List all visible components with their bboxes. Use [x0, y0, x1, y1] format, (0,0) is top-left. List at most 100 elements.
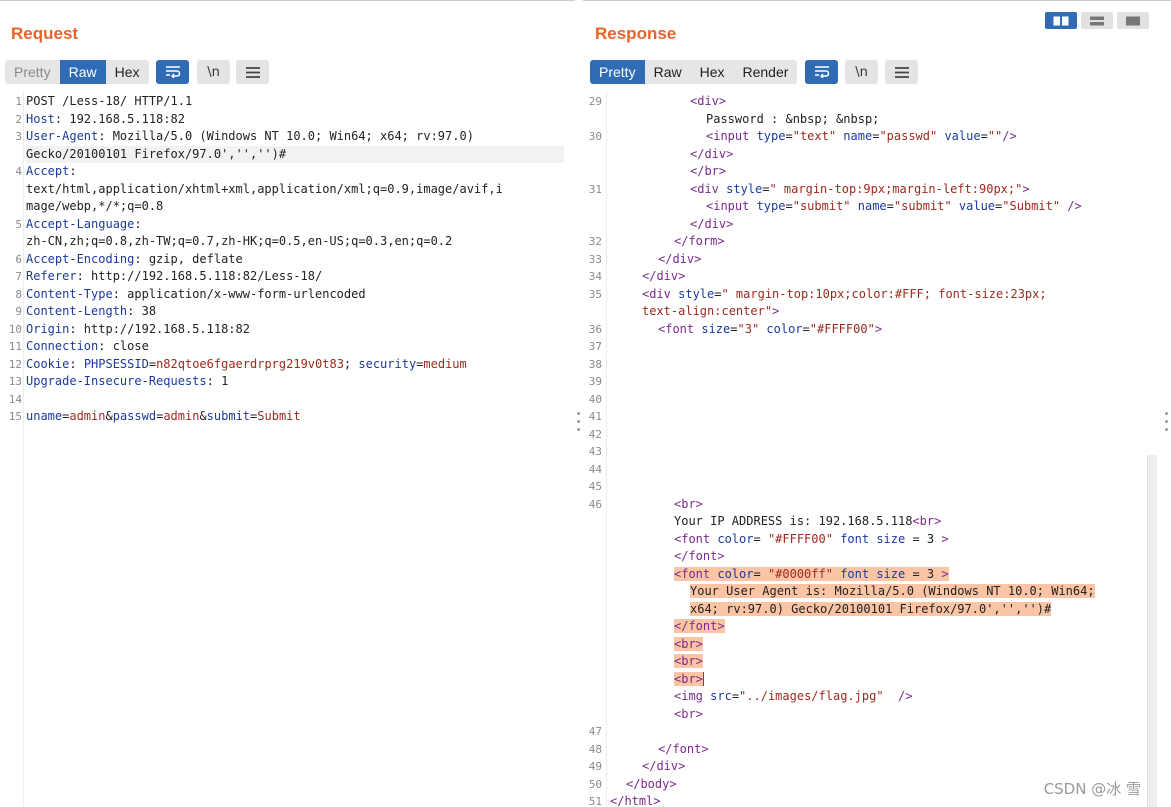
code-line: <font color= "#0000ff" font size = 3 >	[674, 566, 949, 584]
code-token: Accept-Encoding	[26, 251, 135, 266]
code-token: <br>	[912, 514, 942, 528]
code-token: <img	[674, 689, 711, 703]
code-token: type	[756, 129, 786, 143]
request-tab-raw[interactable]: Raw	[59, 60, 106, 84]
wrap-lines-icon[interactable]	[156, 60, 189, 84]
code-token: =	[753, 566, 768, 581]
watermark: CSDN @冰 雪	[1043, 780, 1141, 798]
line-number: 39	[588, 375, 602, 388]
response-scrollbar[interactable]	[1147, 455, 1157, 807]
response-tab-raw[interactable]: Raw	[644, 60, 691, 84]
code-token: font size	[832, 531, 906, 546]
line-number: 42	[588, 427, 602, 441]
code-token: "#FFFF00"	[767, 531, 833, 546]
line-number: 36	[588, 322, 602, 336]
code-line: User-Agent: Mozilla/5.0 (Windows NT 10.0…	[26, 128, 474, 146]
response-editor[interactable]: 29 <div> Password : &nbsp; &nbsp; 30 <input …	[583, 91, 1171, 807]
right-edge-handle[interactable]	[1165, 412, 1169, 432]
code-token: : http://192.168.5.118:82	[69, 321, 250, 336]
code-token: =	[802, 321, 810, 336]
line-number: 50	[588, 777, 602, 791]
code-token: Cookie	[26, 356, 70, 371]
code-token: </font>	[674, 619, 725, 633]
line-number: 35	[588, 287, 602, 301]
code-token: Content-Type	[26, 286, 113, 301]
line-number: 4	[15, 165, 22, 178]
code-token: font size	[832, 566, 906, 581]
code-token: </font>	[658, 741, 709, 756]
code-token: >	[941, 566, 949, 581]
menu-icon[interactable]	[885, 60, 918, 84]
single-pane-icon[interactable]	[1117, 12, 1149, 29]
response-tab-pretty[interactable]: Pretty	[590, 60, 645, 84]
code-line: Content-Length: 38	[26, 303, 156, 321]
code-token: color	[717, 566, 754, 581]
response-tab-hex[interactable]: Hex	[690, 60, 734, 84]
code-line: Your IP ADDRESS is: 192.168.5.118<br>	[674, 513, 941, 531]
code-line: </font>	[674, 548, 725, 566]
code-token: : http://192.168.5.118:82/Less-18/	[76, 269, 323, 283]
line-number: 5	[15, 217, 22, 231]
code-token: >	[1022, 181, 1030, 196]
code-line: Content-Type: application/x-www-form-url…	[26, 286, 366, 304]
code-token: color	[717, 531, 754, 546]
line-number: 12	[8, 357, 22, 371]
code-token: =	[980, 129, 988, 143]
code-token: n82qtoe6fgaerdrprg219v0t83	[156, 356, 344, 371]
code-token: Submit	[257, 409, 301, 423]
code-token: Origin	[26, 321, 70, 336]
request-tab-hex[interactable]: Hex	[105, 60, 149, 84]
code-token: Gecko/20100101 Firefox/97.0','','')#	[26, 146, 287, 161]
line-number: 15	[8, 410, 22, 423]
response-tab-render[interactable]: Render	[733, 60, 798, 84]
line-number: 41	[588, 410, 602, 423]
line-number: 29	[588, 95, 602, 108]
code-token: = 3	[905, 566, 942, 581]
code-token: &	[199, 409, 207, 423]
request-editor[interactable]: 1 POST /Less-18/ HTTP/1.1 2 Host: 192.168.5…	[0, 91, 575, 807]
line-number: 30	[588, 130, 602, 143]
request-tab-pretty[interactable]: Pretty	[5, 60, 60, 84]
menu-icon[interactable]	[236, 60, 269, 84]
wrap-lines-icon[interactable]	[805, 60, 838, 84]
code-token: : gzip, deflate	[134, 251, 243, 266]
code-token: submit	[206, 409, 251, 423]
code-token: <div	[642, 286, 679, 301]
code-token: </body>	[626, 776, 677, 791]
code-token: Content-Length	[26, 304, 128, 318]
line-number: 10	[8, 322, 22, 336]
code-token: "text"	[792, 129, 837, 143]
code-token: "../images/flag.jpg"	[739, 689, 884, 703]
response-view-tabs: Pretty Raw Hex Render	[590, 60, 798, 84]
code-token: <br>	[674, 636, 703, 651]
code-line: </div>	[642, 268, 685, 286]
code-token: : application/x-www-form-urlencoded	[112, 286, 366, 301]
pane-divider-handle[interactable]	[577, 412, 581, 432]
code-line: <div style=" margin-top:9px;margin-left:…	[690, 181, 1030, 199]
code-token: Password : &nbsp; &nbsp;	[706, 111, 880, 126]
code-token: :	[69, 164, 77, 178]
split-columns-icon[interactable]	[1045, 12, 1077, 29]
code-line: <font size="3" color="#FFFF00">	[658, 321, 882, 339]
code-token: =	[753, 531, 768, 546]
line-number: 13	[8, 375, 22, 388]
code-token: =	[886, 199, 894, 213]
code-token: size	[701, 321, 731, 336]
line-number: 48	[588, 742, 602, 756]
code-line: <div style=" margin-top:10px;color:#FFF;…	[642, 286, 1047, 304]
code-line: </html>	[610, 793, 661, 807]
code-token: value	[951, 199, 996, 213]
code-token: "passwd"	[879, 129, 938, 143]
newline-icon[interactable]: \n	[845, 60, 878, 84]
code-line: mage/webp,*/*;q=0.8	[26, 198, 163, 216]
code-token: ;	[343, 356, 359, 371]
code-line: </div>	[658, 251, 701, 269]
code-token: Accept	[26, 164, 70, 178]
code-token: text-align:center"	[642, 304, 773, 318]
code-line: <br>	[674, 496, 703, 514]
newline-icon[interactable]: \n	[197, 60, 230, 84]
code-token: : close	[98, 339, 149, 353]
code-token: </div>	[642, 269, 686, 283]
code-token: = 3	[905, 531, 942, 546]
split-rows-icon[interactable]	[1081, 12, 1113, 29]
